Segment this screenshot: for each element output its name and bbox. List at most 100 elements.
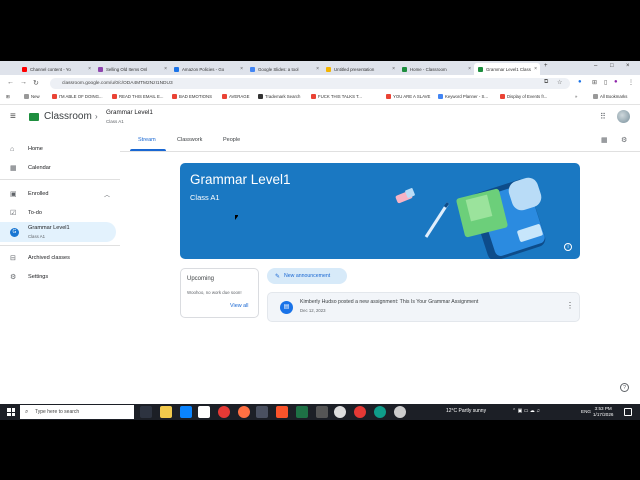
bookmark-item[interactable]: New — [24, 94, 40, 99]
extension-icon[interactable]: ● — [578, 79, 582, 85]
google-icon — [250, 66, 255, 72]
more-bookmarks-icon[interactable]: » — [575, 94, 577, 99]
bookmark-star-icon[interactable]: ☆ — [557, 79, 562, 86]
bookmark-item[interactable]: READ THIS EMAIL E... — [112, 94, 163, 99]
system-tray-icons[interactable]: ⌃ ▣ ▭ ☁ ♫ — [512, 408, 540, 414]
new-tab-icon[interactable]: + — [544, 63, 548, 69]
chrome-active-icon[interactable] — [256, 406, 268, 418]
bookmark-item[interactable]: YOU ARE A SLAVE — [386, 94, 430, 99]
file-explorer-icon[interactable] — [160, 406, 172, 418]
sidebar-item-settings[interactable]: ⚙ Settings — [0, 268, 116, 286]
classroom-logo-icon[interactable] — [29, 113, 39, 121]
close-icon[interactable]: × — [468, 66, 471, 72]
sidebar-item-home[interactable]: ⌂ Home — [0, 140, 116, 158]
more-options-icon[interactable]: ⋮ — [566, 301, 574, 310]
install-icon[interactable]: ⧉ — [544, 79, 548, 86]
browser-tab[interactable]: Google Slides: a tool × — [246, 63, 322, 75]
tab-people[interactable]: People — [223, 137, 240, 143]
post-date: Dec 12, 2023 — [300, 308, 326, 313]
bookmark-item[interactable]: Keyword Planner - S... — [438, 94, 488, 99]
sidebar-item-label: Grammar Level1 — [28, 225, 70, 231]
bookmark-item[interactable]: I'M ABLE OF DOING... — [52, 94, 103, 99]
tab-stream[interactable]: Stream — [138, 137, 156, 143]
profile-icon[interactable]: ● — [614, 79, 618, 85]
apps-icon[interactable]: ⊞ — [6, 94, 10, 100]
settings-gear-icon[interactable]: ⚙ — [621, 136, 627, 144]
minimize-icon[interactable]: – — [594, 63, 597, 69]
browser-tab[interactable]: Home - Classroom × — [398, 63, 474, 75]
view-all-link[interactable]: View all — [230, 303, 248, 309]
info-icon[interactable]: i — [564, 243, 572, 251]
browser-tab[interactable]: Untitled presentation × — [322, 63, 398, 75]
stream-post[interactable]: ▤ Kimberly Hudso posted a new assignment… — [267, 292, 580, 322]
sidebar-item-enrolled[interactable]: ▣ Enrolled ︿ — [0, 185, 116, 203]
store-icon[interactable] — [198, 406, 210, 418]
reload-icon[interactable]: ↻ — [33, 79, 39, 87]
back-icon[interactable]: ← — [7, 79, 14, 86]
excel-icon[interactable] — [296, 406, 308, 418]
browser-tab[interactable]: Amazon Policies - Go × — [170, 63, 246, 75]
task-view-icon[interactable] — [140, 406, 152, 418]
extensions-puzzle-icon[interactable]: ⊞ — [592, 79, 597, 86]
firefox-icon[interactable] — [238, 406, 250, 418]
menu-dots-icon[interactable]: ⋮ — [628, 79, 634, 86]
bookmark-item[interactable]: Display of Events fr... — [500, 94, 547, 99]
weather-widget[interactable]: 12°C Partly sunny — [446, 408, 486, 414]
close-icon[interactable]: × — [240, 66, 243, 72]
browser-tab[interactable]: Selling Old Items Onl × — [94, 63, 170, 75]
clock[interactable]: 3:53 PM 1/17/2026 — [593, 406, 613, 418]
close-icon[interactable]: × — [316, 66, 319, 72]
bookmark-item[interactable]: AVERAGE — [222, 94, 249, 99]
hamburger-menu-icon[interactable]: ≡ — [10, 112, 16, 122]
slides-icon — [326, 66, 331, 72]
app-icon[interactable] — [354, 406, 366, 418]
edge-icon[interactable] — [374, 406, 386, 418]
sidebar-item-class[interactable]: G Grammar Level1 Class A1 — [0, 222, 116, 242]
sidepanel-icon[interactable]: ▯ — [604, 79, 607, 86]
app-icon[interactable] — [316, 406, 328, 418]
browser-window: Channel content - Yo × Selling Old Items… — [0, 61, 640, 404]
app-icon[interactable] — [218, 406, 230, 418]
language-indicator[interactable]: ENG — [581, 409, 591, 414]
brave-icon[interactable] — [276, 406, 288, 418]
app-title[interactable]: Classroom — [44, 111, 92, 122]
gmail-icon — [172, 94, 177, 99]
close-window-icon[interactable]: × — [626, 63, 630, 69]
divider — [0, 179, 120, 180]
maximize-icon[interactable]: □ — [610, 63, 614, 69]
all-bookmarks[interactable]: All Bookmarks — [593, 94, 627, 99]
sidebar-item-calendar[interactable]: ▦ Calendar — [0, 159, 116, 177]
notifications-icon[interactable] — [624, 408, 632, 416]
bookmark-item[interactable]: Trademark Search — [258, 94, 300, 99]
close-icon[interactable]: × — [534, 66, 537, 72]
new-announcement-button[interactable]: ✎ New announcement — [267, 268, 347, 284]
tab-classwork[interactable]: Classwork — [177, 137, 202, 143]
sidebar-item-todo[interactable]: ☑ To-do — [0, 204, 116, 222]
bookmark-item[interactable]: BAD EMOTIONS — [172, 94, 212, 99]
help-icon[interactable]: ? — [620, 383, 629, 392]
sidebar-item-archived[interactable]: ⊟ Archived classes — [0, 249, 116, 267]
forward-icon[interactable]: → — [20, 79, 27, 86]
taskbar-search-input[interactable]: ⌕ Type here to search — [20, 405, 134, 419]
breadcrumb-class-name[interactable]: Grammar Level1 — [106, 109, 153, 116]
browser-tab-label: Google Slides: a tool — [258, 66, 299, 72]
taskbar: ⌕ Type here to search 12°C Partly sunny … — [0, 404, 640, 420]
chevron-up-icon[interactable]: ︿ — [104, 190, 110, 199]
avatar[interactable] — [617, 110, 630, 123]
settings-gear-icon[interactable] — [394, 406, 406, 418]
browser-tab[interactable]: Channel content - Yo × — [18, 63, 94, 75]
close-icon[interactable]: × — [88, 66, 91, 72]
sidebar-item-label: Home — [28, 146, 43, 152]
browser-tab-active[interactable]: Grammar Level1 Class × — [474, 63, 540, 75]
active-tab-indicator — [130, 149, 166, 151]
classroom-icon — [478, 66, 483, 72]
bookmark-item[interactable]: FUCK THIS TALKS T... — [311, 94, 362, 99]
close-icon[interactable]: × — [392, 66, 395, 72]
calendar-icon[interactable]: ▦ — [601, 136, 608, 144]
google-apps-icon[interactable]: ⠿ — [600, 112, 606, 121]
mail-icon[interactable] — [180, 406, 192, 418]
close-icon[interactable]: × — [164, 66, 167, 72]
url-input[interactable]: classroom.google.com/u/0/c/ODA4MTM2NzI1N… — [50, 78, 570, 89]
windows-start-icon[interactable] — [7, 408, 15, 416]
app-icon[interactable] — [334, 406, 346, 418]
